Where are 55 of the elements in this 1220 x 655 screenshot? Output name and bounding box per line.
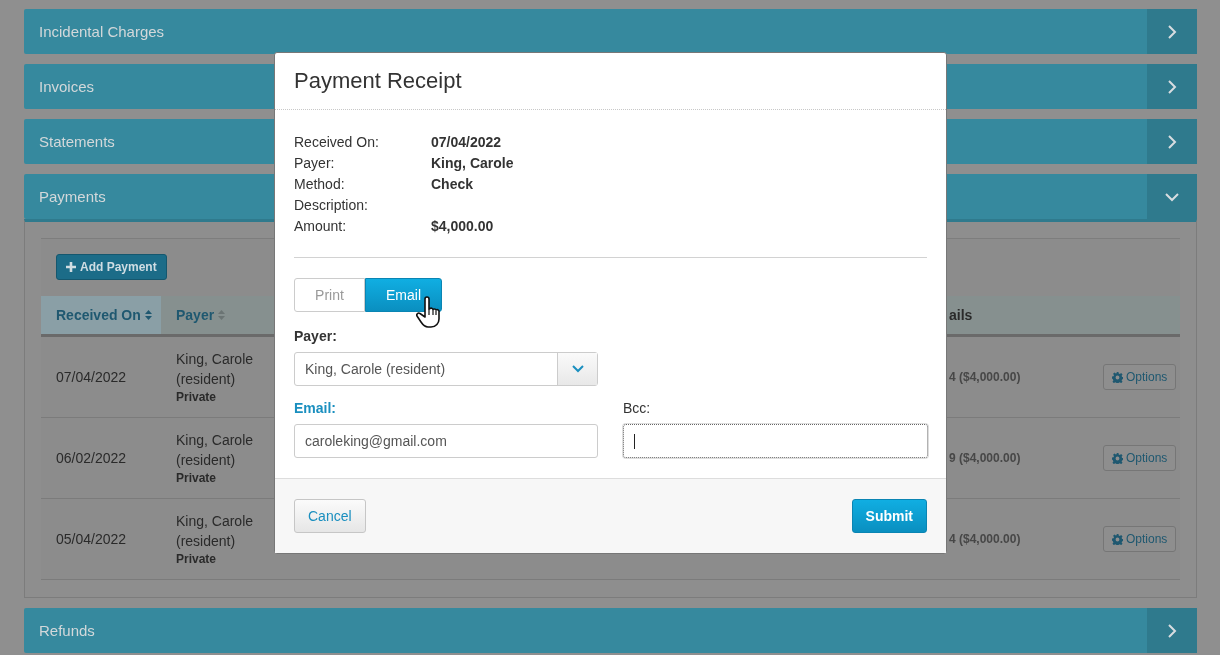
detail-value: 07/04/2022	[431, 133, 503, 152]
field-label: Payer:	[294, 328, 338, 344]
field-label: Email:	[294, 400, 337, 416]
detail-value: Check	[431, 175, 475, 194]
column-header[interactable]: Payer	[176, 307, 215, 323]
options-button[interactable]: Options	[1103, 364, 1177, 390]
plus-icon	[66, 262, 76, 272]
options-button[interactable]: Options	[1103, 526, 1177, 552]
dialog-title: Payment Receipt	[294, 68, 462, 94]
gear-icon	[1112, 371, 1123, 383]
submit-button[interactable]: Submit	[851, 499, 927, 533]
detail-label: Method:	[294, 175, 346, 194]
payer-role: (resident)	[176, 451, 237, 470]
panel-title: Statements	[39, 133, 115, 150]
panel-header[interactable]: Refunds	[24, 608, 1197, 653]
date-cell: 06/02/2022	[41, 418, 161, 499]
column-header: ails	[949, 307, 973, 323]
column-header[interactable]: Received On	[56, 307, 141, 323]
panel-header[interactable]: Incidental Charges	[24, 9, 1197, 54]
toggle-button[interactable]: Print	[294, 278, 365, 312]
panel-title: Refunds	[39, 622, 95, 639]
toggle-button[interactable]: Email	[365, 278, 442, 312]
detail-label: Payer:	[294, 154, 336, 173]
panel-title: Payments	[39, 188, 106, 205]
payer-type: Private	[176, 389, 218, 405]
payer-role: (resident)	[176, 370, 237, 389]
detail-label: Amount:	[294, 217, 348, 236]
payment-details: 9 ($4,000.00)	[949, 418, 1079, 499]
payer-select[interactable]: King, Carole (resident)	[294, 352, 598, 386]
payer-name: King, Carole	[176, 431, 255, 450]
detail-label: Description:	[294, 196, 369, 215]
panel-title: Invoices	[39, 78, 95, 95]
payer-type: Private	[176, 470, 218, 486]
gear-icon	[1112, 452, 1123, 464]
detail-value: King, Carole	[431, 154, 514, 173]
date-cell: 07/04/2022	[41, 337, 161, 418]
date-cell: 05/04/2022	[41, 499, 161, 580]
payer-type: Private	[176, 551, 218, 567]
panel-title: Incidental Charges	[39, 23, 165, 40]
payer-role: (resident)	[176, 532, 237, 551]
payer-name: King, Carole	[176, 350, 255, 369]
payment-details: 4 ($4,000.00)	[949, 499, 1079, 580]
chevron-down-icon	[571, 365, 584, 373]
cancel-button[interactable]: Cancel	[294, 499, 366, 533]
detail-value: $4,000.00	[431, 217, 495, 236]
text-cursor-icon	[634, 433, 635, 449]
email-field[interactable]: caroleking@gmail.com	[294, 424, 598, 458]
field-label: Bcc:	[623, 400, 652, 416]
bcc-field[interactable]	[623, 424, 928, 458]
payer-name: King, Carole	[176, 512, 255, 531]
options-button[interactable]: Options	[1103, 445, 1177, 471]
payment-details: 4 ($4,000.00)	[949, 337, 1079, 418]
detail-label: Received On:	[294, 133, 380, 152]
add-payment-button[interactable]: Add Payment	[56, 254, 167, 280]
gear-icon	[1112, 533, 1123, 545]
